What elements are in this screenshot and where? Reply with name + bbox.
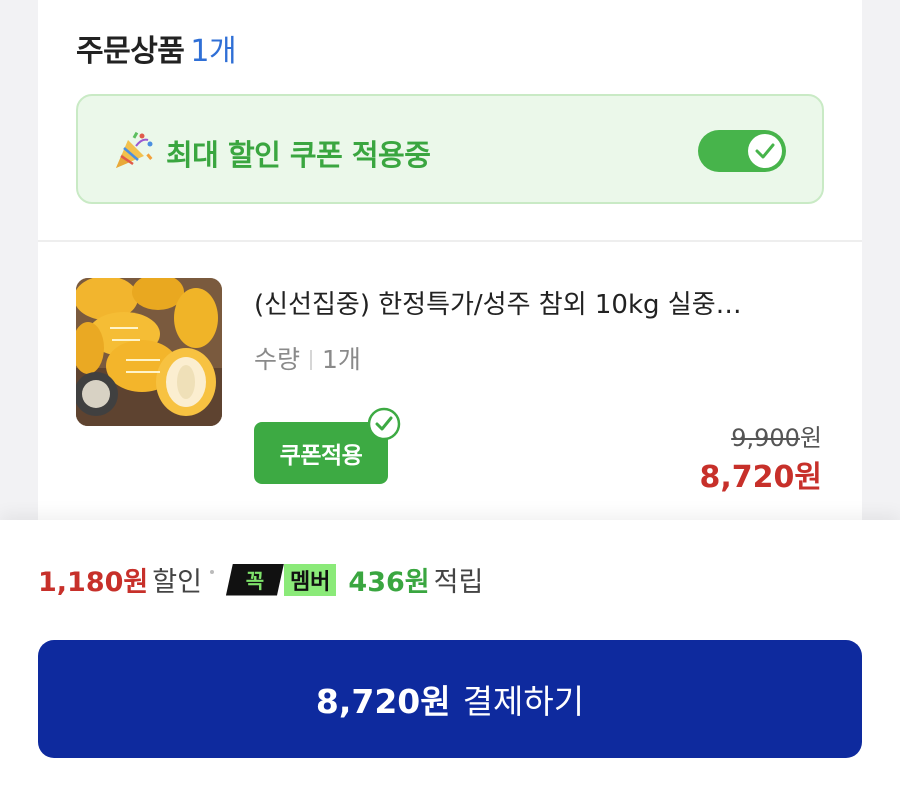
section-divider — [38, 240, 862, 242]
order-items-title-text: 주문상품 — [76, 34, 185, 69]
coupon-banner-text: 최대 할인 쿠폰 적용중 — [166, 138, 431, 172]
party-popper-icon — [112, 128, 156, 172]
check-icon — [755, 143, 775, 159]
original-price: 9,900원 — [731, 418, 822, 453]
reward-label: 적립 — [433, 567, 484, 598]
original-price-value: 9,900 — [731, 424, 800, 452]
order-items-card: 주문상품 1개 최대 할인 쿠폰 적용중 (신선집중) 한정특가/성주 참외 1… — [38, 0, 862, 520]
final-price: 8,720원 — [699, 452, 822, 496]
checkout-bar: 1,180원 할인 꼭 멤버 436원 적립 8,720원 결제하기 — [0, 520, 900, 800]
discount-label: 할인 — [152, 567, 202, 598]
reward-amount: 436원 — [348, 567, 430, 598]
coupon-applied-label: 쿠폰적용 — [279, 443, 363, 469]
quantity-row: 수량 1개 — [254, 340, 361, 376]
pay-button-label: 결제하기 — [462, 682, 585, 721]
quantity-value: 1개 — [322, 345, 361, 374]
pay-button-amount: 8,720원 — [315, 682, 451, 721]
coupon-toggle[interactable] — [698, 130, 786, 172]
product-image[interactable] — [76, 278, 222, 426]
max-coupon-banner: 최대 할인 쿠폰 적용중 — [76, 94, 824, 204]
member-label: 멤버 — [283, 563, 337, 596]
toggle-knob — [748, 134, 782, 168]
order-items-title: 주문상품 1개 — [76, 26, 237, 70]
order-items-count: 1개 — [190, 34, 237, 69]
member-badge: 꼭 멤버 — [225, 563, 337, 596]
pay-button[interactable]: 8,720원 결제하기 — [38, 640, 862, 758]
member-logo: 꼭 — [225, 563, 284, 596]
final-price-currency: 원 — [794, 460, 822, 495]
discount-amount: 1,180원 — [38, 567, 149, 598]
product-name[interactable]: (신선집중) 한정특가/성주 참외 10kg 실중… — [254, 284, 814, 321]
quantity-label: 수량 — [254, 345, 301, 374]
badge-check-icon — [366, 406, 402, 442]
separator-dot — [209, 569, 214, 574]
original-price-currency: 원 — [799, 424, 822, 452]
savings-summary: 1,180원 할인 꼭 멤버 436원 적립 — [38, 560, 483, 599]
quantity-separator — [310, 350, 313, 370]
final-price-value: 8,720 — [699, 460, 795, 495]
